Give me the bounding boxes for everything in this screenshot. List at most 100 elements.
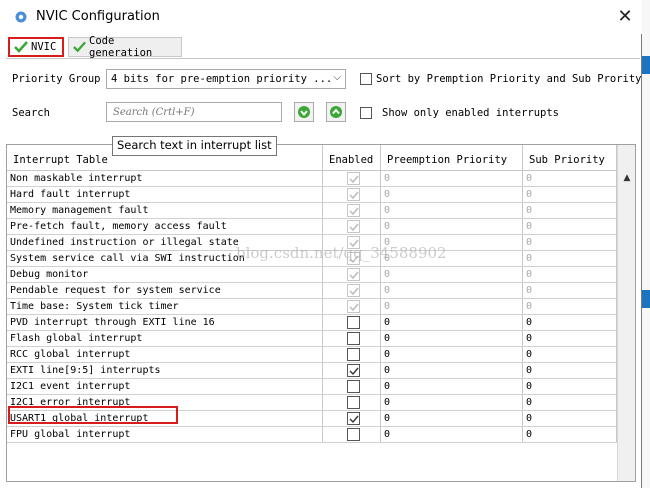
background-window-marker	[642, 56, 650, 74]
preemption-priority-cell[interactable]: 0	[381, 347, 523, 362]
table-row[interactable]: Undefined instruction or illegal state 0 0	[7, 235, 617, 251]
enabled-checkbox[interactable]	[347, 428, 360, 441]
priority-group-value: 4 bits for pre-emption priority ...	[111, 73, 333, 85]
interrupt-name-cell: Flash global interrupt	[7, 331, 323, 346]
enabled-checkbox[interactable]	[347, 364, 360, 377]
preemption-priority-cell[interactable]: 0	[381, 315, 523, 330]
enabled-checkbox	[347, 300, 360, 313]
enabled-cell	[323, 315, 381, 330]
enabled-cell	[323, 411, 381, 426]
scroll-up-icon[interactable]: ▲	[620, 173, 634, 185]
tab-nvic[interactable]: NVIC	[8, 37, 64, 57]
interrupt-name-cell: Non maskable interrupt	[7, 171, 323, 186]
table-row[interactable]: Pendable request for system service 0 0	[7, 283, 617, 299]
table-row[interactable]: Non maskable interrupt 0 0	[7, 171, 617, 187]
table-row[interactable]: System service call via SWI instruction 0…	[7, 251, 617, 267]
vertical-scrollbar[interactable]: ▲	[617, 145, 635, 481]
enabled-checkbox[interactable]	[347, 380, 360, 393]
checkmark-icon	[349, 207, 359, 216]
priority-group-label: Priority Group	[12, 73, 101, 85]
close-button[interactable]: ✕	[612, 4, 638, 30]
preemption-priority-cell: 0	[381, 203, 523, 218]
checkmark-icon	[349, 255, 359, 264]
interrupt-table: Interrupt Table Enabled Preemption Prior…	[6, 144, 636, 482]
green-check-icon	[14, 41, 28, 53]
tab-nvic-label: NVIC	[31, 41, 57, 53]
enabled-checkbox[interactable]	[347, 412, 360, 425]
sub-priority-cell[interactable]: 0	[523, 427, 617, 442]
chevron-down-icon: ⌵	[333, 72, 341, 83]
table-row[interactable]: Hard fault interrupt 0 0	[7, 187, 617, 203]
enabled-cell	[323, 395, 381, 410]
table-row[interactable]: USART1 global interrupt 0 0	[7, 411, 617, 427]
interrupt-name-cell: Memory management fault	[7, 203, 323, 218]
enabled-checkbox[interactable]	[347, 332, 360, 345]
show-enabled-only-label: Show only enabled interrupts	[382, 107, 560, 119]
header-sub-priority[interactable]: Sub Priority	[523, 145, 617, 171]
enabled-checkbox	[347, 172, 360, 185]
preemption-priority-cell: 0	[381, 251, 523, 266]
preemption-priority-cell[interactable]: 0	[381, 395, 523, 410]
table-row[interactable]: Time base: System tick timer 0 0	[7, 299, 617, 315]
table-row[interactable]: PVD interrupt through EXTI line 16 0 0	[7, 315, 617, 331]
sub-priority-cell[interactable]: 0	[523, 315, 617, 330]
nvic-configuration-window: NVIC Configuration ✕ NVIC Code generatio…	[0, 0, 642, 488]
sub-priority-cell[interactable]: 0	[523, 395, 617, 410]
preemption-priority-cell: 0	[381, 299, 523, 314]
sub-priority-cell: 0	[523, 187, 617, 202]
preemption-priority-cell[interactable]: 0	[381, 379, 523, 394]
preemption-priority-cell[interactable]: 0	[381, 427, 523, 442]
enabled-checkbox[interactable]	[347, 348, 360, 361]
table-row[interactable]: I2C1 error interrupt 0 0	[7, 395, 617, 411]
search-next-button[interactable]	[294, 102, 314, 122]
checkmark-icon	[349, 223, 359, 232]
sub-priority-cell: 0	[523, 299, 617, 314]
enabled-checkbox[interactable]	[347, 396, 360, 409]
table-row[interactable]: Memory management fault 0 0	[7, 203, 617, 219]
tab-code-generation[interactable]: Code generation	[68, 35, 182, 59]
interrupt-name-cell: Pre-fetch fault, memory access fault	[7, 219, 323, 234]
preemption-priority-cell[interactable]: 0	[381, 331, 523, 346]
search-previous-button[interactable]	[326, 102, 346, 122]
interrupt-name-cell: Hard fault interrupt	[7, 187, 323, 202]
table-row[interactable]: I2C1 event interrupt 0 0	[7, 379, 617, 395]
priority-group-select[interactable]: 4 bits for pre-emption priority ... ⌵	[106, 69, 346, 89]
checkmark-icon	[349, 287, 359, 296]
enabled-checkbox	[347, 188, 360, 201]
table-row[interactable]: Debug monitor 0 0	[7, 267, 617, 283]
table-row[interactable]: RCC global interrupt 0 0	[7, 347, 617, 363]
enabled-cell	[323, 363, 381, 378]
table-row[interactable]: FPU global interrupt 0 0	[7, 427, 617, 443]
table-row[interactable]: EXTI line[9:5] interrupts 0 0	[7, 363, 617, 379]
sub-priority-cell[interactable]: 0	[523, 411, 617, 426]
tab-bar: NVIC Code generation	[6, 35, 640, 59]
sub-priority-cell[interactable]: 0	[523, 363, 617, 378]
enabled-cell	[323, 379, 381, 394]
window-title: NVIC Configuration	[36, 9, 160, 24]
preemption-priority-cell[interactable]: 0	[381, 363, 523, 378]
green-check-icon	[73, 41, 86, 53]
table-row[interactable]: Flash global interrupt 0 0	[7, 331, 617, 347]
sub-priority-cell[interactable]: 0	[523, 331, 617, 346]
enabled-cell	[323, 171, 381, 186]
preemption-priority-cell: 0	[381, 235, 523, 250]
checkmark-icon	[349, 175, 359, 184]
enabled-cell	[323, 347, 381, 362]
header-preemption-priority[interactable]: Preemption Priority	[381, 145, 523, 171]
checkmark-icon	[349, 191, 359, 200]
enabled-checkbox[interactable]	[347, 316, 360, 329]
enabled-checkbox	[347, 268, 360, 281]
enabled-cell	[323, 283, 381, 298]
search-input[interactable]	[106, 102, 282, 122]
sort-by-priority-checkbox[interactable]	[360, 73, 372, 85]
preemption-priority-cell[interactable]: 0	[381, 411, 523, 426]
enabled-cell	[323, 251, 381, 266]
sub-priority-cell[interactable]: 0	[523, 347, 617, 362]
sub-priority-cell: 0	[523, 171, 617, 186]
sub-priority-cell[interactable]: 0	[523, 379, 617, 394]
preemption-priority-cell: 0	[381, 283, 523, 298]
table-row[interactable]: Pre-fetch fault, memory access fault 0 0	[7, 219, 617, 235]
show-enabled-only-checkbox[interactable]	[360, 107, 372, 119]
header-enabled[interactable]: Enabled	[323, 145, 381, 171]
enabled-checkbox	[347, 204, 360, 217]
